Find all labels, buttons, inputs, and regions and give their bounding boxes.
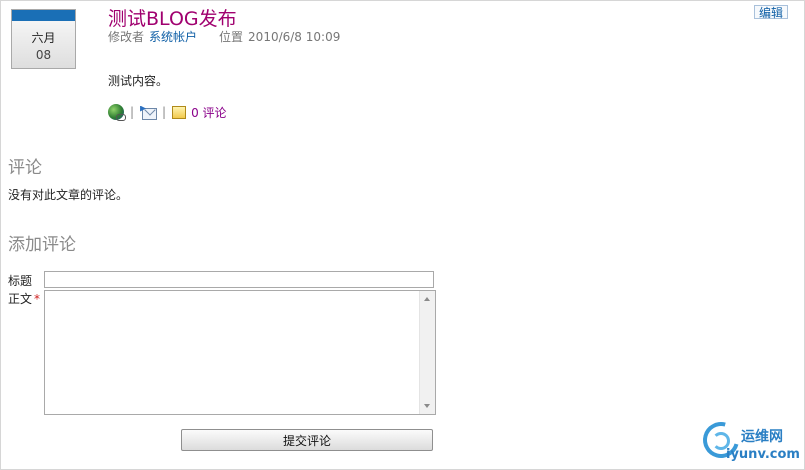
comment-body-field <box>44 290 436 415</box>
post-title[interactable]: 测试BLOG发布 <box>108 4 237 31</box>
location-label: 位置 <box>219 30 244 44</box>
comment-count-link[interactable]: 0 评论 <box>191 104 226 121</box>
toolbar-separator: | <box>162 105 167 119</box>
scroll-up-icon[interactable] <box>424 297 430 301</box>
watermark-text-bottom: iyunv.com <box>726 447 800 462</box>
comment-icon[interactable] <box>172 105 187 119</box>
comment-title-input[interactable] <box>44 271 434 288</box>
watermark-logo: 运维网 iyunv.com <box>696 415 801 466</box>
modifier-label: 修改者 <box>108 30 145 44</box>
post-toolbar: | | 0 评论 <box>108 103 227 121</box>
body-label: 正文 <box>8 292 33 306</box>
toolbar-separator: | <box>130 105 135 119</box>
body-label-group: 正文 * <box>8 290 40 307</box>
post-meta: 修改者 系统帐户 位置 2010/6/8 10:09 <box>108 28 340 45</box>
edit-button[interactable]: 编辑 <box>754 5 789 20</box>
required-marker: * <box>34 292 41 306</box>
date-month: 六月 <box>31 31 56 45</box>
comment-body-textarea[interactable] <box>45 291 418 414</box>
location-value: 2010/6/8 10:09 <box>248 30 341 44</box>
date-badge: 六月 08 <box>11 9 76 69</box>
date-badge-bar <box>12 10 75 21</box>
submit-comment-button[interactable]: 提交评论 <box>181 429 433 451</box>
post-body: 测试内容。 <box>108 74 169 88</box>
textarea-scrollbar[interactable] <box>419 291 435 414</box>
watermark-text-top: 运维网 <box>741 429 783 445</box>
globe-link-icon[interactable] <box>108 104 126 121</box>
author-link[interactable]: 系统帐户 <box>149 30 197 44</box>
add-comment-heading: 添加评论 <box>8 235 76 255</box>
email-link-icon[interactable] <box>140 105 158 120</box>
scroll-down-icon[interactable] <box>424 404 430 408</box>
no-comments-text: 没有对此文章的评论。 <box>8 188 129 202</box>
comments-heading: 评论 <box>8 158 42 178</box>
date-day: 08 <box>35 48 52 62</box>
title-label: 标题 <box>8 274 33 288</box>
